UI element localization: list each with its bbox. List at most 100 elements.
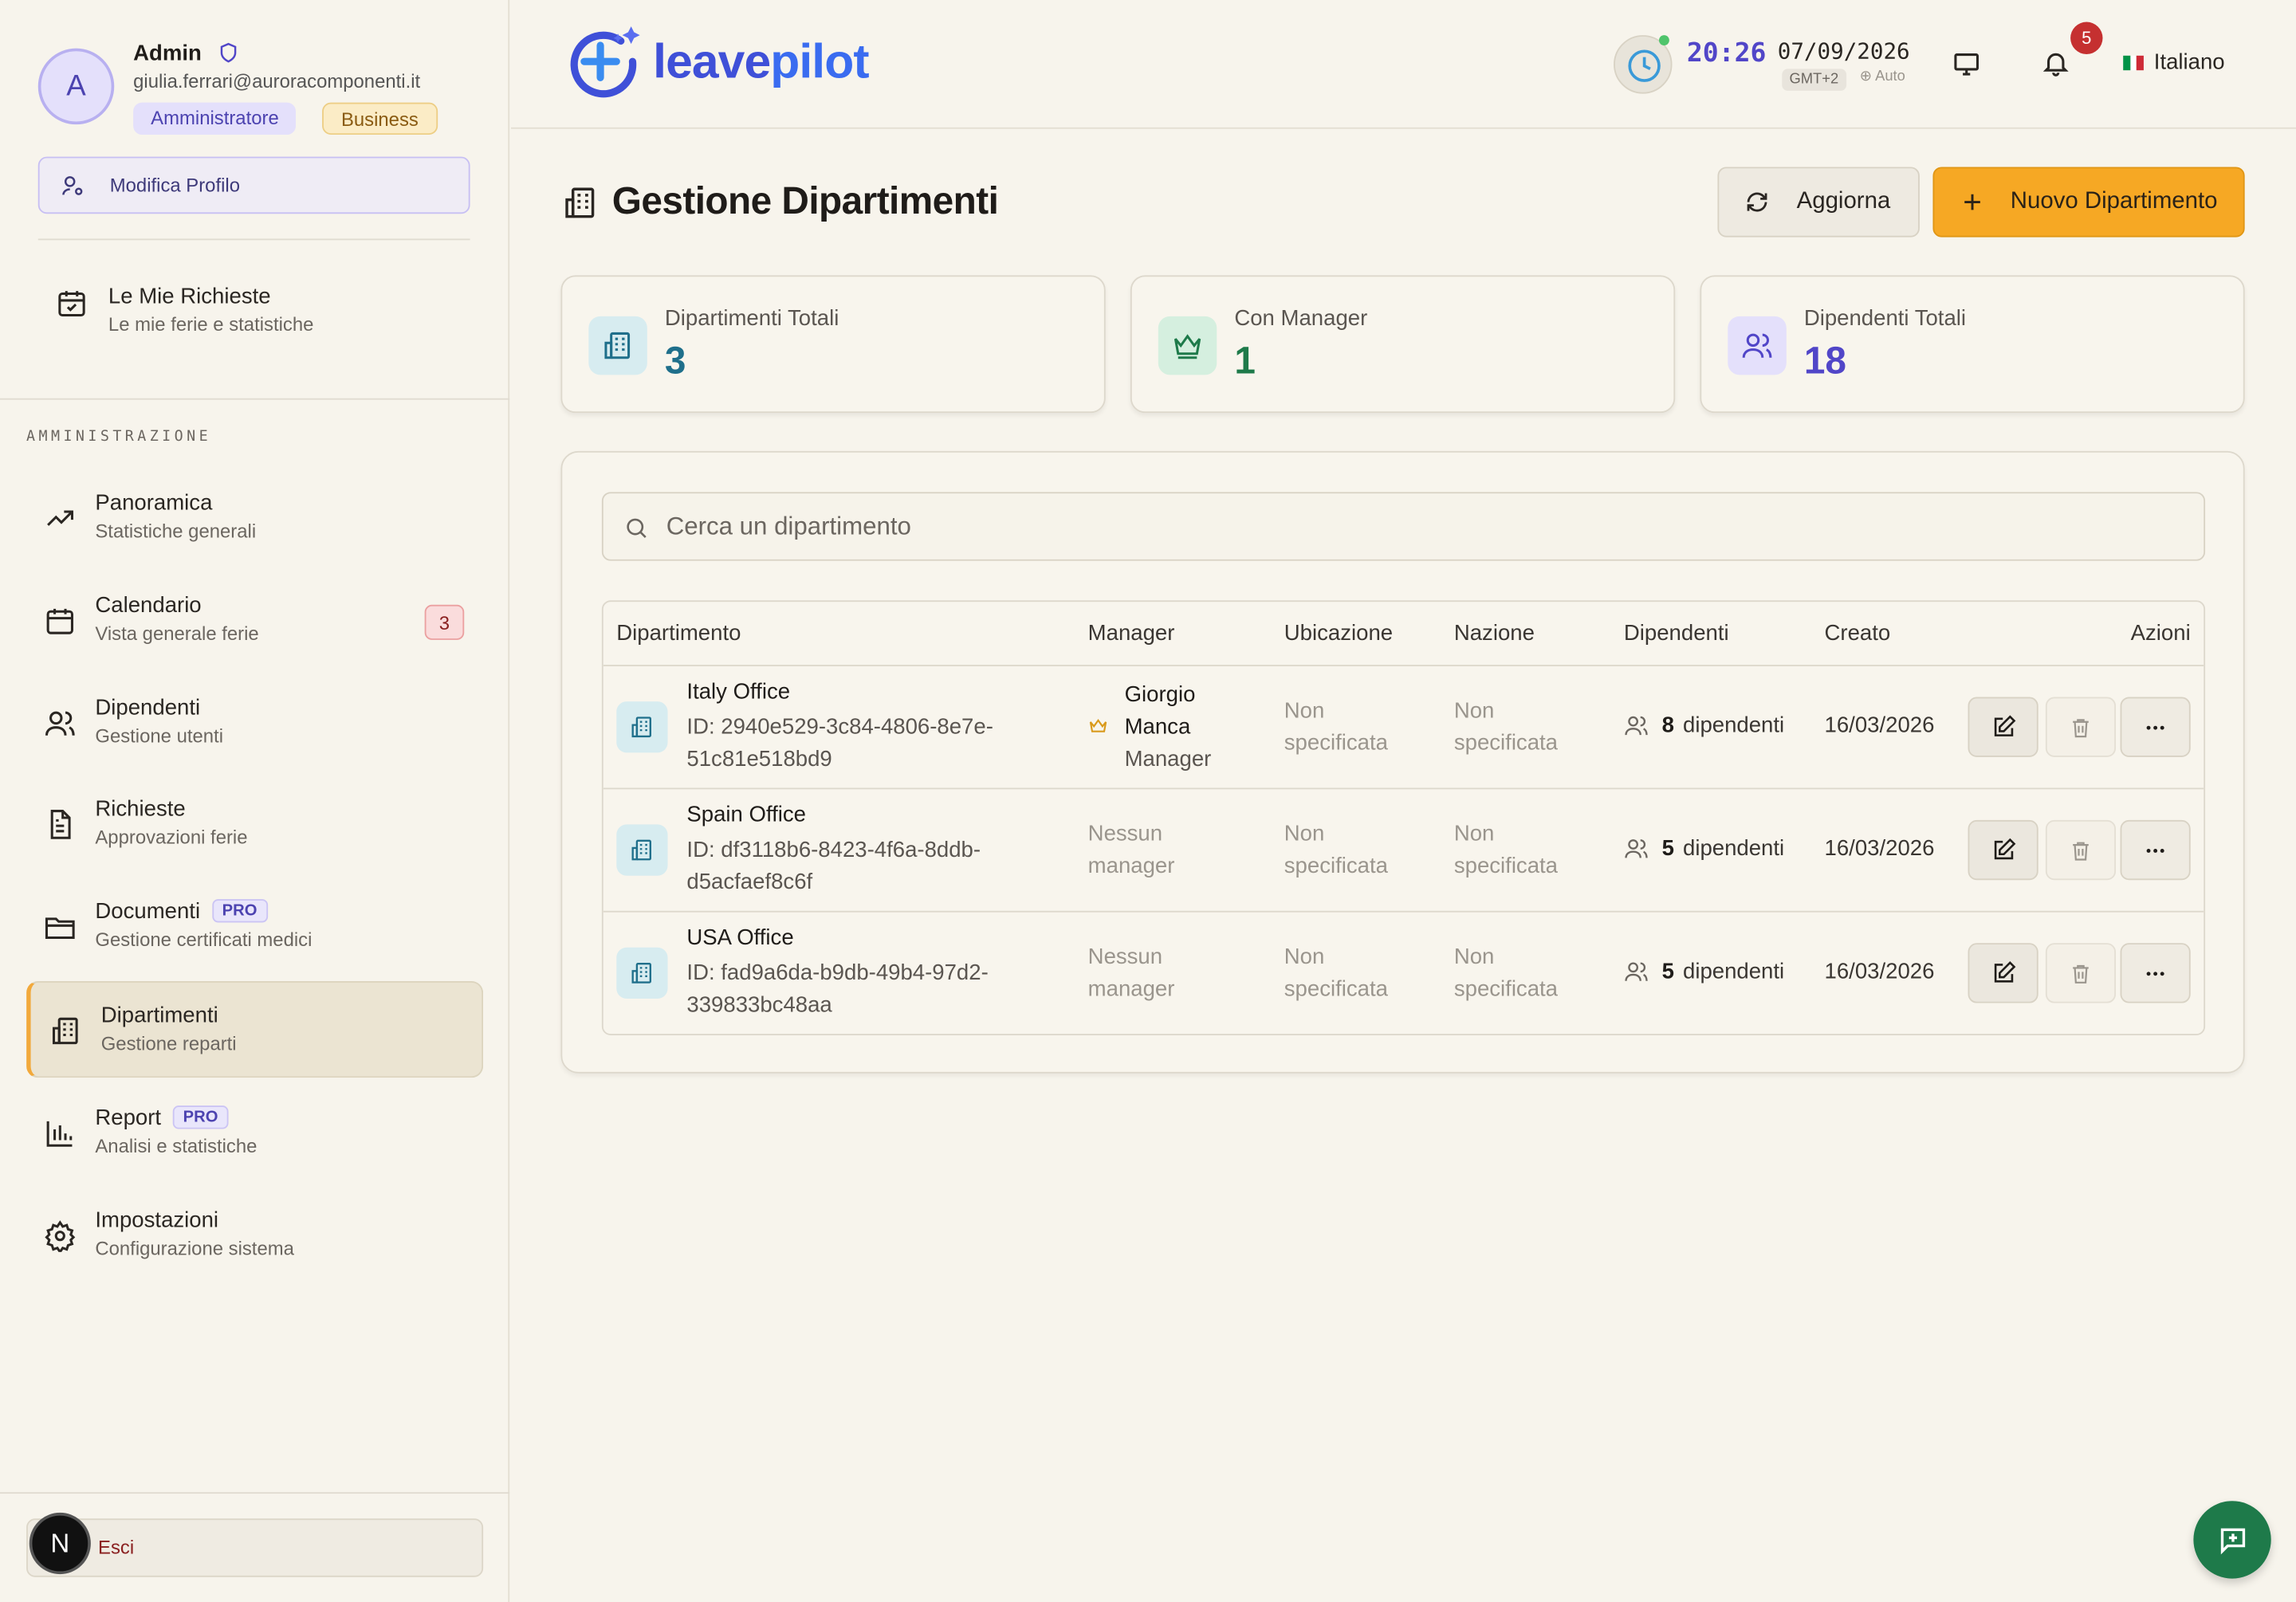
more-options-button[interactable] (2120, 943, 2191, 1003)
dev-tools-avatar[interactable]: N (29, 1512, 91, 1575)
delete-button[interactable] (2045, 697, 2117, 757)
table-row: Spain Office ID: df3118b6-8423-4f6a-8ddb… (603, 789, 2204, 913)
plan-badge: Business (322, 102, 438, 135)
user-email: giulia.ferrari@auroracomponenti.it (133, 70, 421, 92)
language-selector[interactable]: Italiano (2154, 49, 2225, 74)
feedback-chat-button[interactable] (2193, 1501, 2271, 1579)
sidebar-item-label: Dipendenti (95, 695, 201, 721)
column-header[interactable]: Creato (1825, 621, 1891, 646)
sidebar-item-sub: Configurazione sistema (95, 1237, 294, 1260)
monitor-icon[interactable] (1952, 49, 1981, 79)
delete-button[interactable] (2045, 943, 2117, 1003)
sidebar-item-dipartimenti[interactable]: Dipartimenti Gestione reparti (26, 980, 484, 1078)
logo-plus-icon (570, 26, 640, 98)
employees-label: dipendenti (1682, 713, 1785, 738)
more-options-button[interactable] (2120, 819, 2191, 881)
sidebar-item-impostazioni[interactable]: Impostazioni Configurazione sistema (26, 1188, 483, 1284)
manager-cell: Nessun manager (1087, 944, 1175, 1002)
gear-icon (45, 1220, 76, 1252)
more-options-button[interactable] (2120, 697, 2191, 757)
sidebar-item-report[interactable]: Report PRO Analisi e statistiche (26, 1085, 483, 1181)
edit-profile-label: Modifica Profilo (109, 174, 240, 197)
sidebar-item-documenti[interactable]: Documenti PRO Gestione certificati medici (26, 878, 483, 975)
calendar-check-icon (58, 291, 85, 316)
bell-icon[interactable] (2041, 49, 2070, 78)
document-icon (50, 810, 71, 839)
user-name: Admin (133, 41, 202, 66)
divider (37, 238, 470, 241)
stat-card-employees: Dipendenti Totali 18 (1700, 275, 2245, 414)
sidebar-item-sub: Gestione certificati medici (95, 928, 313, 951)
department-name: USA Office (686, 925, 794, 951)
sidebar-item-label: Documenti (95, 899, 201, 925)
column-header[interactable]: Manager (1088, 621, 1175, 646)
manager-cell: Nessun manager (1087, 821, 1175, 879)
top-bar: leavepilot 20:26 07/09/2026 GMT+2 ⊕ Auto… (511, 0, 2296, 129)
created-date: 16/03/2026 (1824, 836, 1935, 862)
sidebar-item-panoramica[interactable]: Panoramica Statistiche generali (26, 470, 483, 567)
country-cell: Non specificata (1453, 821, 1559, 879)
new-department-button[interactable]: Nuovo Dipartimento (1932, 167, 2245, 238)
sidebar-item-my-requests[interactable]: Le Mie Richieste Le mie ferie e statisti… (56, 284, 481, 351)
users-icon (45, 711, 75, 736)
edit-button[interactable] (1968, 819, 2038, 881)
users-icon (1625, 839, 1648, 858)
delete-button[interactable] (2045, 819, 2117, 881)
manager-last-name: Manca (1124, 714, 1191, 740)
logout-label: Esci (98, 1536, 135, 1558)
edit-button[interactable] (1968, 943, 2038, 1003)
department-name: Spain Office (686, 802, 807, 828)
building-icon (616, 701, 668, 753)
clock-icon (1628, 49, 1661, 82)
country-cell: Non specificata (1453, 698, 1559, 756)
created-date: 16/03/2026 (1824, 959, 1935, 984)
employees-cell: 5 dipendenti (1624, 836, 1784, 861)
crown-icon (1089, 718, 1107, 732)
sidebar-item-calendario[interactable]: Calendario Vista generale ferie 3 (26, 572, 483, 669)
stat-label: Dipartimenti Totali (664, 305, 839, 332)
calendar-icon (46, 608, 73, 634)
pro-badge: PRO (211, 899, 268, 923)
country-cell: Non specificata (1453, 944, 1559, 1002)
column-header: Azioni (2130, 621, 2191, 646)
column-header[interactable]: Ubicazione (1284, 621, 1393, 646)
timezone-badge: GMT+2 (1782, 69, 1846, 91)
more-icon (2146, 848, 2164, 853)
building-icon (616, 947, 668, 999)
plus-icon (1964, 194, 1980, 210)
more-icon (2146, 724, 2164, 729)
avatar[interactable]: A (37, 48, 115, 125)
sidebar-item-label: Richieste (95, 796, 186, 822)
column-header[interactable]: Dipartimento (616, 621, 741, 646)
italian-flag-icon (2123, 55, 2144, 71)
sidebar-item-richieste[interactable]: Richieste Approvazioni ferie (26, 776, 483, 873)
pro-badge: PRO (172, 1105, 229, 1129)
logo-text-leave: leave (653, 33, 771, 88)
sidebar-item-sub: Gestione utenti (95, 724, 224, 748)
refresh-button[interactable]: Aggiorna (1717, 167, 1920, 238)
sidebar-item-label: Le Mie Richieste (108, 284, 271, 309)
employees-count: 5 (1661, 836, 1674, 862)
clock-date: 07/09/2026 (1777, 37, 1910, 65)
logout-button[interactable]: Esci (26, 1518, 484, 1577)
stat-value: 3 (664, 338, 686, 383)
sidebar-item-sub: Analisi e statistiche (95, 1134, 258, 1157)
location-cell: Non specificata (1284, 944, 1388, 1002)
edit-icon (1993, 715, 2015, 736)
column-header[interactable]: Nazione (1454, 621, 1535, 646)
department-id: ID: df3118b6-8423-4f6a-8ddb-d5acfaef8c6f (686, 837, 981, 895)
edit-button[interactable] (1968, 697, 2038, 757)
page-title: Gestione Dipartimenti (611, 179, 999, 223)
clock-time: 20:26 (1686, 37, 1767, 69)
column-header[interactable]: Dipendenti (1624, 621, 1729, 646)
edit-profile-button[interactable]: Modifica Profilo (37, 156, 470, 214)
department-id: ID: fad9a6da-b9db-49b4-97d2-339833bc48aa (686, 960, 989, 1018)
app-logo[interactable]: leavepilot (562, 21, 870, 103)
online-status-dot (1658, 35, 1669, 45)
sidebar-item-dipendenti[interactable]: Dipendenti Gestione utenti (26, 675, 483, 772)
search-input[interactable] (666, 493, 2189, 560)
employees-cell: 8 dipendenti (1624, 713, 1784, 738)
logo-text-pilot: pilot (770, 33, 869, 88)
department-id: ID: 2940e529-3c84-4806-8e7e-51c81e518bd9 (686, 714, 993, 772)
trash-icon (2073, 841, 2089, 860)
